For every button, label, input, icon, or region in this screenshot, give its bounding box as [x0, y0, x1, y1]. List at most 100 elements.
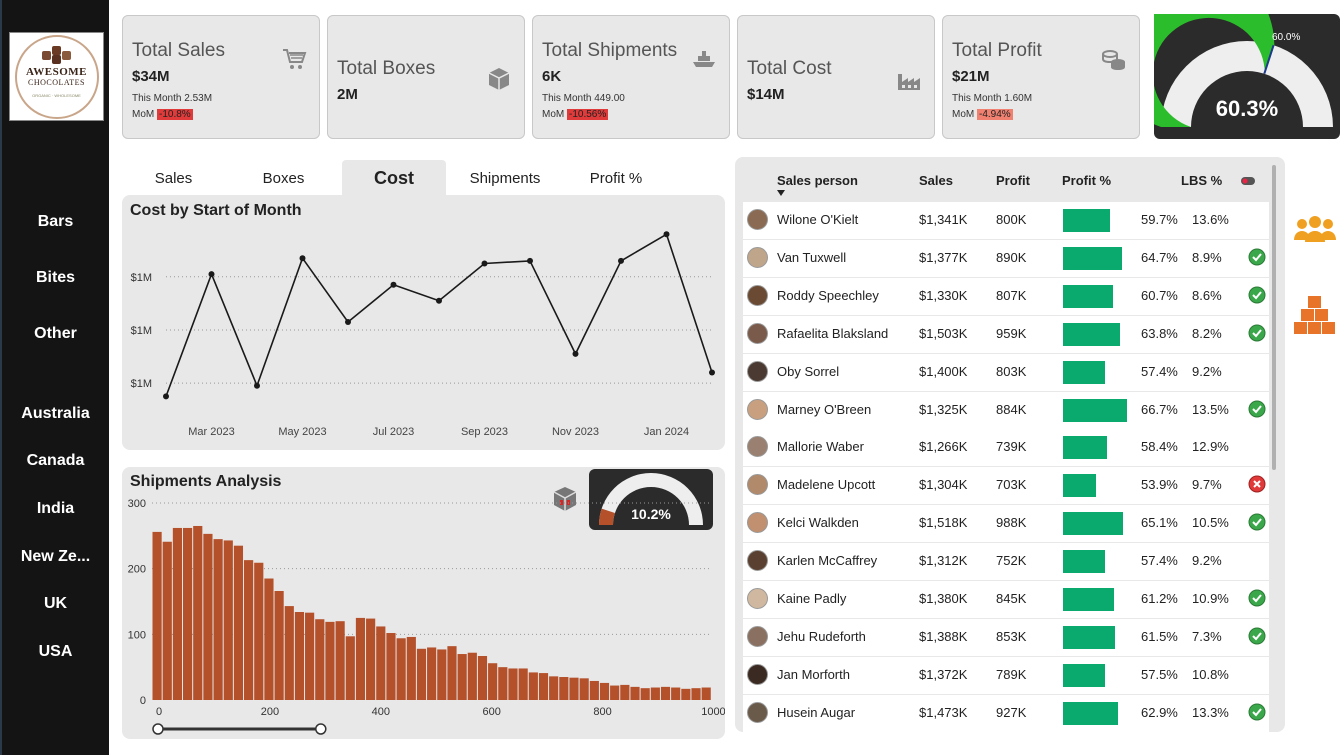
histogram-bar[interactable] [294, 612, 305, 700]
histogram-bar[interactable] [599, 682, 610, 700]
histogram-bar[interactable] [538, 673, 549, 700]
data-point[interactable] [163, 393, 169, 400]
sidebar-item-uk[interactable]: UK [2, 595, 109, 613]
histogram-bar[interactable] [172, 527, 183, 700]
histogram-bar[interactable] [386, 633, 396, 700]
histogram-bar[interactable] [477, 656, 488, 700]
histogram-bar[interactable] [437, 649, 447, 700]
histogram-bar[interactable] [498, 667, 508, 700]
sidebar-item-other[interactable]: Other [2, 325, 109, 343]
histogram-bar[interactable] [284, 606, 294, 700]
table-row[interactable]: Van Tuxwell $1,377K 890K 64.7% 8.9% [743, 239, 1269, 277]
histogram-bar[interactable] [233, 545, 244, 700]
data-point[interactable] [709, 369, 715, 376]
table-row[interactable]: Roddy Speechley $1,330K 807K 60.7% 8.6% [743, 277, 1269, 315]
histogram-bar[interactable] [640, 688, 650, 700]
header-sales[interactable]: Sales [919, 173, 953, 188]
sidebar-item-bars[interactable]: Bars [2, 213, 109, 231]
histogram-bar[interactable] [518, 668, 528, 700]
range-slider-start-handle[interactable] [152, 723, 164, 735]
table-row[interactable]: Jan Morforth $1,372K 789K 57.5% 10.8% [743, 656, 1269, 694]
histogram-bar[interactable] [366, 618, 376, 700]
table-row[interactable]: Oby Sorrel $1,400K 803K 57.4% 9.2% [743, 353, 1269, 391]
histogram-bar[interactable] [193, 525, 203, 700]
data-point[interactable] [208, 271, 215, 278]
data-point[interactable] [527, 257, 533, 264]
histogram-bar[interactable] [305, 612, 315, 700]
histogram-bar[interactable] [650, 687, 660, 700]
histogram-bar[interactable] [569, 677, 579, 700]
histogram-bar[interactable] [488, 663, 498, 700]
histogram-bar[interactable] [396, 638, 406, 700]
histogram-bar[interactable] [447, 646, 457, 700]
data-point[interactable] [345, 318, 351, 325]
histogram-bar[interactable] [691, 688, 701, 700]
histogram-bar[interactable] [355, 617, 366, 700]
sidebar-item-canada[interactable]: Canada [2, 452, 109, 470]
boxes-stack-icon[interactable] [1294, 294, 1336, 336]
data-point[interactable] [299, 255, 306, 262]
sidebar-item-new-zealand[interactable]: New Ze... [2, 548, 109, 566]
histogram-bar[interactable] [162, 541, 172, 700]
histogram-bar[interactable] [183, 527, 193, 700]
histogram-bar[interactable] [244, 560, 254, 700]
histogram-bar[interactable] [325, 621, 335, 700]
tab-cost[interactable]: Cost [342, 160, 446, 196]
histogram-bar[interactable] [376, 626, 386, 700]
table-row[interactable]: Jehu Rudeforth $1,388K 853K 61.5% 7.3% [743, 618, 1269, 656]
table-row[interactable]: Mallorie Waber $1,266K 739K 58.4% 12.9% [743, 429, 1269, 467]
table-row[interactable]: Kelci Walkden $1,518K 988K 65.1% 10.5% [743, 505, 1269, 543]
histogram-bar[interactable] [528, 672, 538, 700]
table-row[interactable]: Marney O'Breen $1,325K 884K 66.7% 13.5% [743, 391, 1269, 429]
histogram-bar[interactable] [467, 652, 477, 700]
header-profit[interactable]: Profit [996, 173, 1030, 188]
histogram-bar[interactable] [213, 539, 223, 700]
histogram-bar[interactable] [406, 636, 416, 700]
histogram-bar[interactable] [254, 562, 264, 700]
data-point[interactable] [436, 297, 442, 304]
histogram-bar[interactable] [549, 676, 559, 700]
header-lbs-percent[interactable]: LBS % [1181, 173, 1222, 188]
histogram-bar[interactable] [264, 578, 274, 700]
table-row[interactable]: Madelene Upcott $1,304K 703K 53.9% 9.7% [743, 467, 1269, 505]
sidebar-item-australia[interactable]: Australia [2, 405, 109, 423]
header-sales-person[interactable]: Sales person [777, 173, 858, 188]
histogram-bar[interactable] [345, 636, 355, 700]
histogram-bar[interactable] [203, 533, 213, 700]
histogram-bar[interactable] [660, 686, 671, 700]
data-point[interactable] [618, 257, 624, 264]
histogram-bar[interactable] [589, 680, 599, 700]
table-row[interactable]: Rafaelita Blaksland $1,503K 959K 63.8% 8.2% [743, 315, 1269, 353]
table-row[interactable]: Husein Augar $1,473K 927K 62.9% 13.3% [743, 694, 1269, 732]
histogram-bar[interactable] [416, 648, 427, 700]
histogram-bar[interactable] [671, 687, 681, 700]
data-point[interactable] [481, 260, 488, 267]
histogram-bar[interactable] [620, 684, 630, 700]
histogram-bar[interactable] [559, 677, 569, 700]
header-profit-percent[interactable]: Profit % [1062, 173, 1111, 188]
tab-sales[interactable]: Sales [122, 160, 225, 196]
table-row[interactable]: Kaine Padly $1,380K 845K 61.2% 10.9% [743, 581, 1269, 618]
range-slider-end-handle[interactable] [315, 723, 327, 735]
table-row[interactable]: Wilone O'Kielt $1,341K 800K 59.7% 13.6% [743, 202, 1269, 239]
histogram-bar[interactable] [152, 531, 162, 700]
histogram-bar[interactable] [630, 686, 640, 700]
data-point[interactable] [663, 231, 670, 238]
histogram-bar[interactable] [681, 688, 691, 700]
data-point[interactable] [390, 281, 397, 288]
histogram-bar[interactable] [610, 685, 620, 700]
histogram-bar[interactable] [335, 621, 345, 700]
sidebar-item-india[interactable]: India [2, 500, 109, 518]
histogram-bar[interactable] [457, 654, 467, 700]
sidebar-item-bites[interactable]: Bites [2, 269, 109, 287]
histogram-bar[interactable] [508, 668, 518, 700]
histogram-bar[interactable] [315, 619, 325, 700]
histogram-bar[interactable] [579, 678, 589, 700]
histogram-bar[interactable] [223, 540, 233, 700]
histogram-bar[interactable] [427, 647, 437, 700]
sidebar-item-usa[interactable]: USA [2, 643, 109, 661]
histogram-bar[interactable] [701, 687, 711, 700]
data-point[interactable] [572, 350, 579, 357]
data-point[interactable] [254, 382, 260, 389]
sort-desc-icon[interactable] [777, 190, 785, 196]
